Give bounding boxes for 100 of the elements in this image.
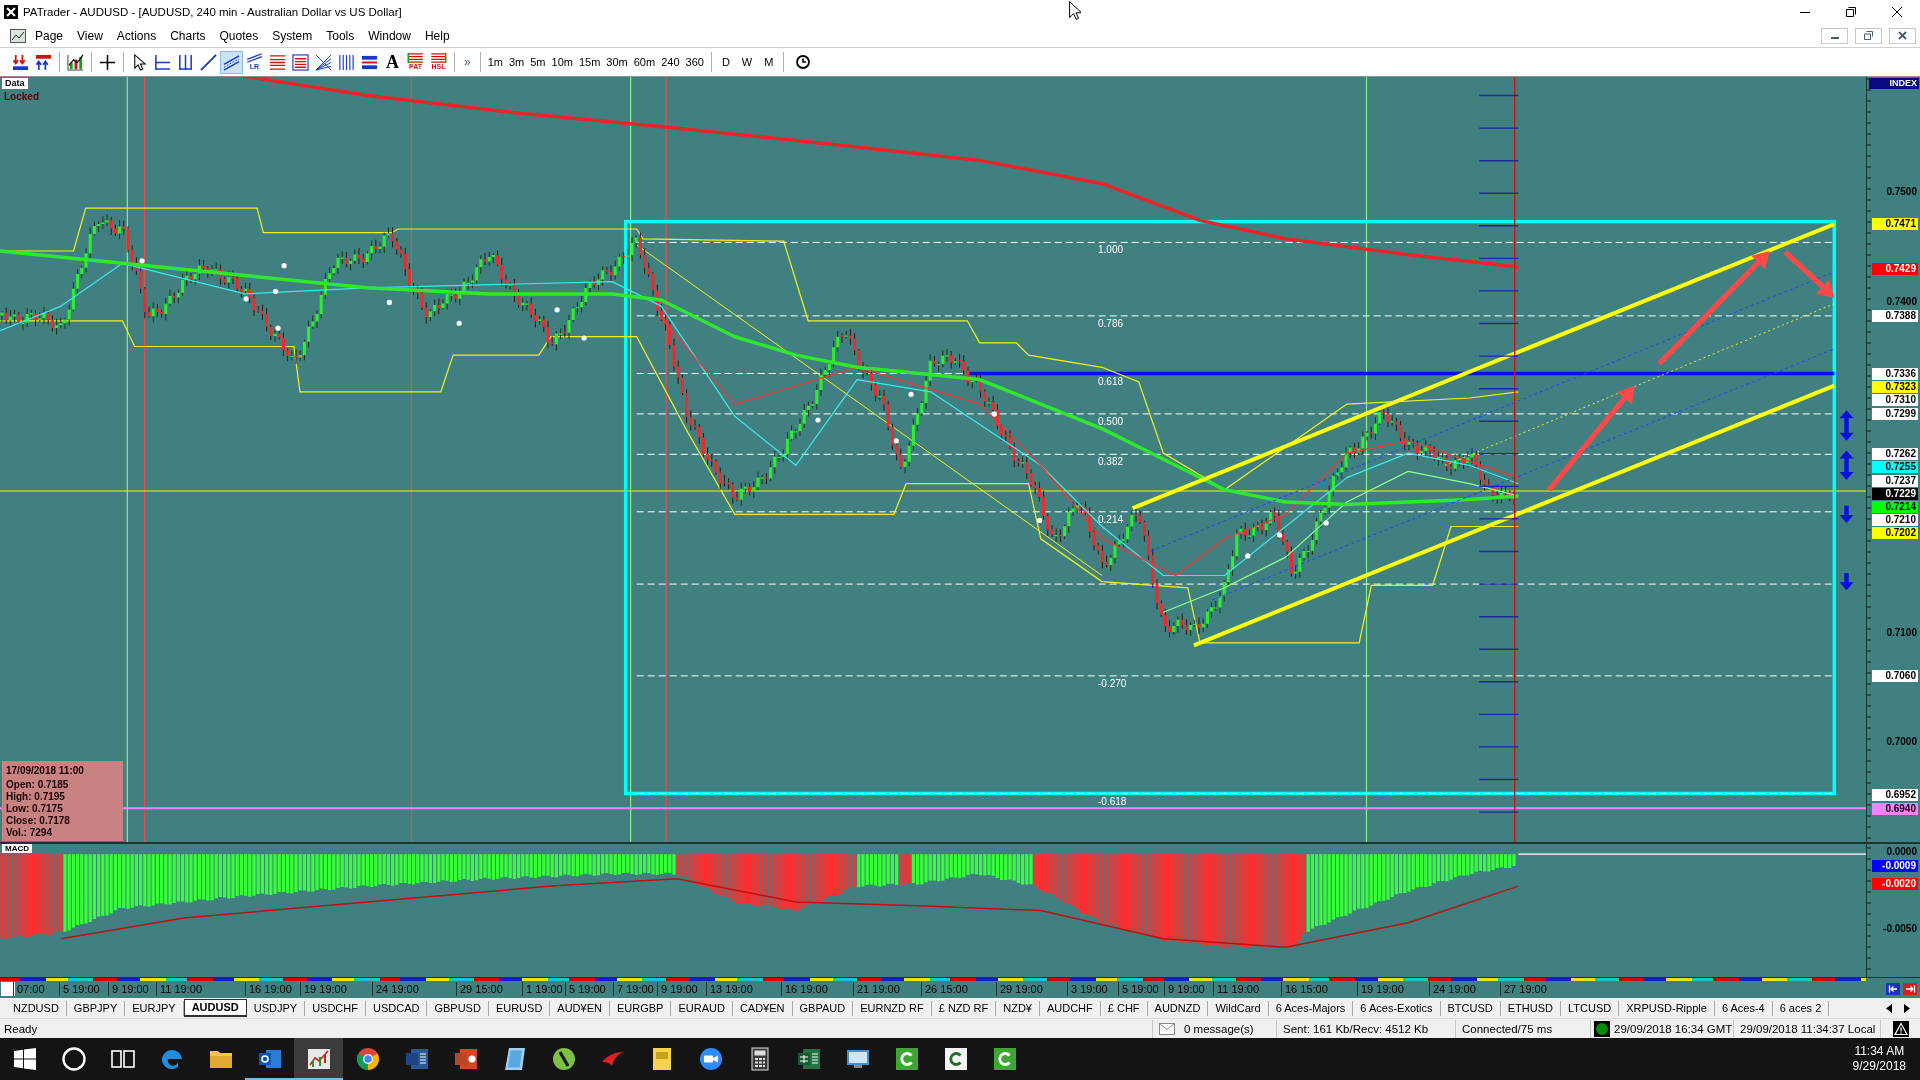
symbol-tab[interactable]: ETHUSD (1500, 1000, 1561, 1016)
timeframe-button[interactable]: 5m (527, 51, 549, 73)
time-label: 29 19:00 (996, 982, 1043, 996)
signal-dot (275, 325, 281, 331)
envelope-icon[interactable] (1159, 1022, 1175, 1035)
period-button[interactable]: D (715, 51, 736, 73)
symbol-tab[interactable]: EURGBP (609, 1000, 672, 1016)
symbol-tab[interactable]: LTCUSD (1560, 1000, 1620, 1016)
child-close-button[interactable] (1889, 27, 1916, 44)
horizontal-line-icon (154, 53, 171, 71)
symbol-tab[interactable]: GBPAUD (792, 1000, 854, 1016)
symbol-tab[interactable]: USDCHF (305, 1000, 366, 1016)
symbol-tab[interactable]: £ NZD RF (931, 1000, 997, 1016)
trend-line-icon (200, 53, 217, 71)
time-label: 3 19:00 (1067, 982, 1108, 996)
price-tag: 0.7323 (1872, 380, 1918, 393)
timeframe-button[interactable]: 3m (505, 51, 528, 73)
more-tools-button[interactable]: » (459, 51, 476, 73)
menu-item[interactable]: System (265, 26, 320, 45)
menu-item[interactable]: View (70, 26, 110, 45)
symbol-tab[interactable]: EURNZD RF (853, 1000, 932, 1016)
child-minimize-button[interactable] (1821, 27, 1848, 44)
arc-logo-icon (894, 1047, 919, 1071)
time-label: 24 19:00 (1429, 982, 1476, 996)
ohlc-value: High: 0.7195 (6, 791, 66, 803)
symbol-tab[interactable]: XRPUSD-Ripple (1619, 1000, 1715, 1016)
symbol-tab[interactable]: BTCUSD (1440, 1000, 1501, 1016)
text-tool-button[interactable]: A (381, 50, 404, 74)
price-tag: 0.7210 (1872, 514, 1918, 527)
signal-dot (456, 320, 462, 326)
menu-item[interactable]: Tools (319, 26, 362, 45)
time-label: 19 19:00 (1357, 982, 1404, 996)
symbol-tab[interactable]: AUDUSD (183, 999, 247, 1017)
parallelogram-icon (502, 1047, 527, 1071)
clock-icon[interactable] (796, 55, 811, 69)
channel-button[interactable] (220, 50, 243, 74)
menu-item[interactable]: Charts (163, 26, 213, 45)
time-label: 7 19:00 (613, 982, 654, 996)
timeframe-button[interactable]: 60m (630, 51, 659, 73)
scroll-right-icon[interactable] (1904, 1003, 1910, 1013)
fibonacci-label: -0.270 (1098, 677, 1127, 689)
horizontal-lines-icon (269, 53, 286, 71)
symbol-tab[interactable]: AUDNZD (1147, 1000, 1209, 1016)
signal-dot (1323, 520, 1329, 526)
menu-item[interactable]: Actions (109, 26, 164, 45)
symbol-tab[interactable]: 6 Aces-Majors (1268, 1000, 1354, 1016)
browser-icon (355, 1047, 380, 1071)
symbol-tab[interactable]: EURJPY (125, 1000, 184, 1016)
timeframe-button[interactable]: 1m (484, 51, 506, 73)
signal-dot (815, 417, 821, 423)
index-label: INDEX (1869, 78, 1919, 89)
timeframe-button[interactable]: 360 (682, 51, 707, 73)
app-logo-icon (4, 5, 18, 19)
signal-dot (272, 288, 279, 294)
signal-dot (1037, 517, 1043, 523)
period-button[interactable]: W (735, 51, 759, 73)
timeframe-button[interactable]: 240 (658, 51, 683, 73)
clock-date: 9/29/2018 (1852, 1059, 1906, 1074)
price-tick-label: 0.7000 (1886, 736, 1917, 748)
symbol-tab[interactable]: 6 aces 2 (1772, 1000, 1830, 1016)
signal-dot (281, 263, 287, 269)
scroll-left-icon[interactable] (1886, 1003, 1892, 1013)
timeframe-button[interactable]: 10m (548, 51, 576, 73)
taskbar-app-button[interactable] (294, 1038, 343, 1080)
connection-status: Connected/75 ms (1455, 1019, 1590, 1038)
vertical-lines-icon (338, 53, 355, 71)
scroll-start-icon[interactable] (1886, 983, 1900, 995)
symbol-tab[interactable]: CAD¥EN (732, 1000, 793, 1016)
child-restore-button[interactable] (1855, 27, 1882, 44)
time-label: 26 15:00 (921, 982, 968, 996)
chart-menu-icon[interactable] (10, 28, 26, 43)
menu-item[interactable]: Help (417, 26, 457, 45)
symbol-tab[interactable]: £ CHF (1100, 1000, 1148, 1016)
scroll-end-icon[interactable] (1903, 983, 1917, 995)
symbol-tab[interactable]: GBPJPY (66, 1000, 126, 1016)
symbol-tab[interactable]: AUD¥EN (550, 1000, 610, 1016)
symbol-tab[interactable]: NZD¥ (996, 1000, 1040, 1016)
symbol-tab[interactable]: 6 Aces-Exotics (1353, 1000, 1441, 1016)
symbol-tab[interactable]: USDJPY (246, 1000, 306, 1016)
time-label: 9 19:00 (1164, 982, 1205, 996)
symbol-tab[interactable]: EURAUD (671, 1000, 733, 1016)
time-label: 5 19:00 (59, 982, 100, 996)
timeframe-button[interactable]: 15m (575, 51, 604, 73)
period-button[interactable]: M (758, 51, 780, 73)
ring-icon (61, 1047, 86, 1071)
timeframe-button[interactable]: 30m (603, 51, 631, 73)
symbol-tab[interactable]: GBPUSD (427, 1000, 489, 1016)
menu-item[interactable]: Window (361, 26, 418, 45)
warning-icon[interactable] (1892, 1020, 1909, 1037)
symbol-tab[interactable]: USDCAD (365, 1000, 428, 1016)
symbol-tab[interactable]: NZDUSD (6, 1000, 67, 1016)
symbol-tab[interactable]: AUDCHF (1039, 1000, 1101, 1016)
status-text: Ready (3, 1022, 38, 1035)
symbol-tab[interactable]: WildCard (1208, 1000, 1269, 1016)
windows-logo-icon (12, 1047, 37, 1071)
menu-item[interactable]: Quotes (212, 26, 266, 45)
monitor-icon (845, 1047, 870, 1071)
symbol-tab[interactable]: 6 Aces-4 (1714, 1000, 1773, 1016)
menu-item[interactable]: Page (28, 26, 71, 45)
symbol-tab[interactable]: EURUSD (488, 1000, 551, 1016)
